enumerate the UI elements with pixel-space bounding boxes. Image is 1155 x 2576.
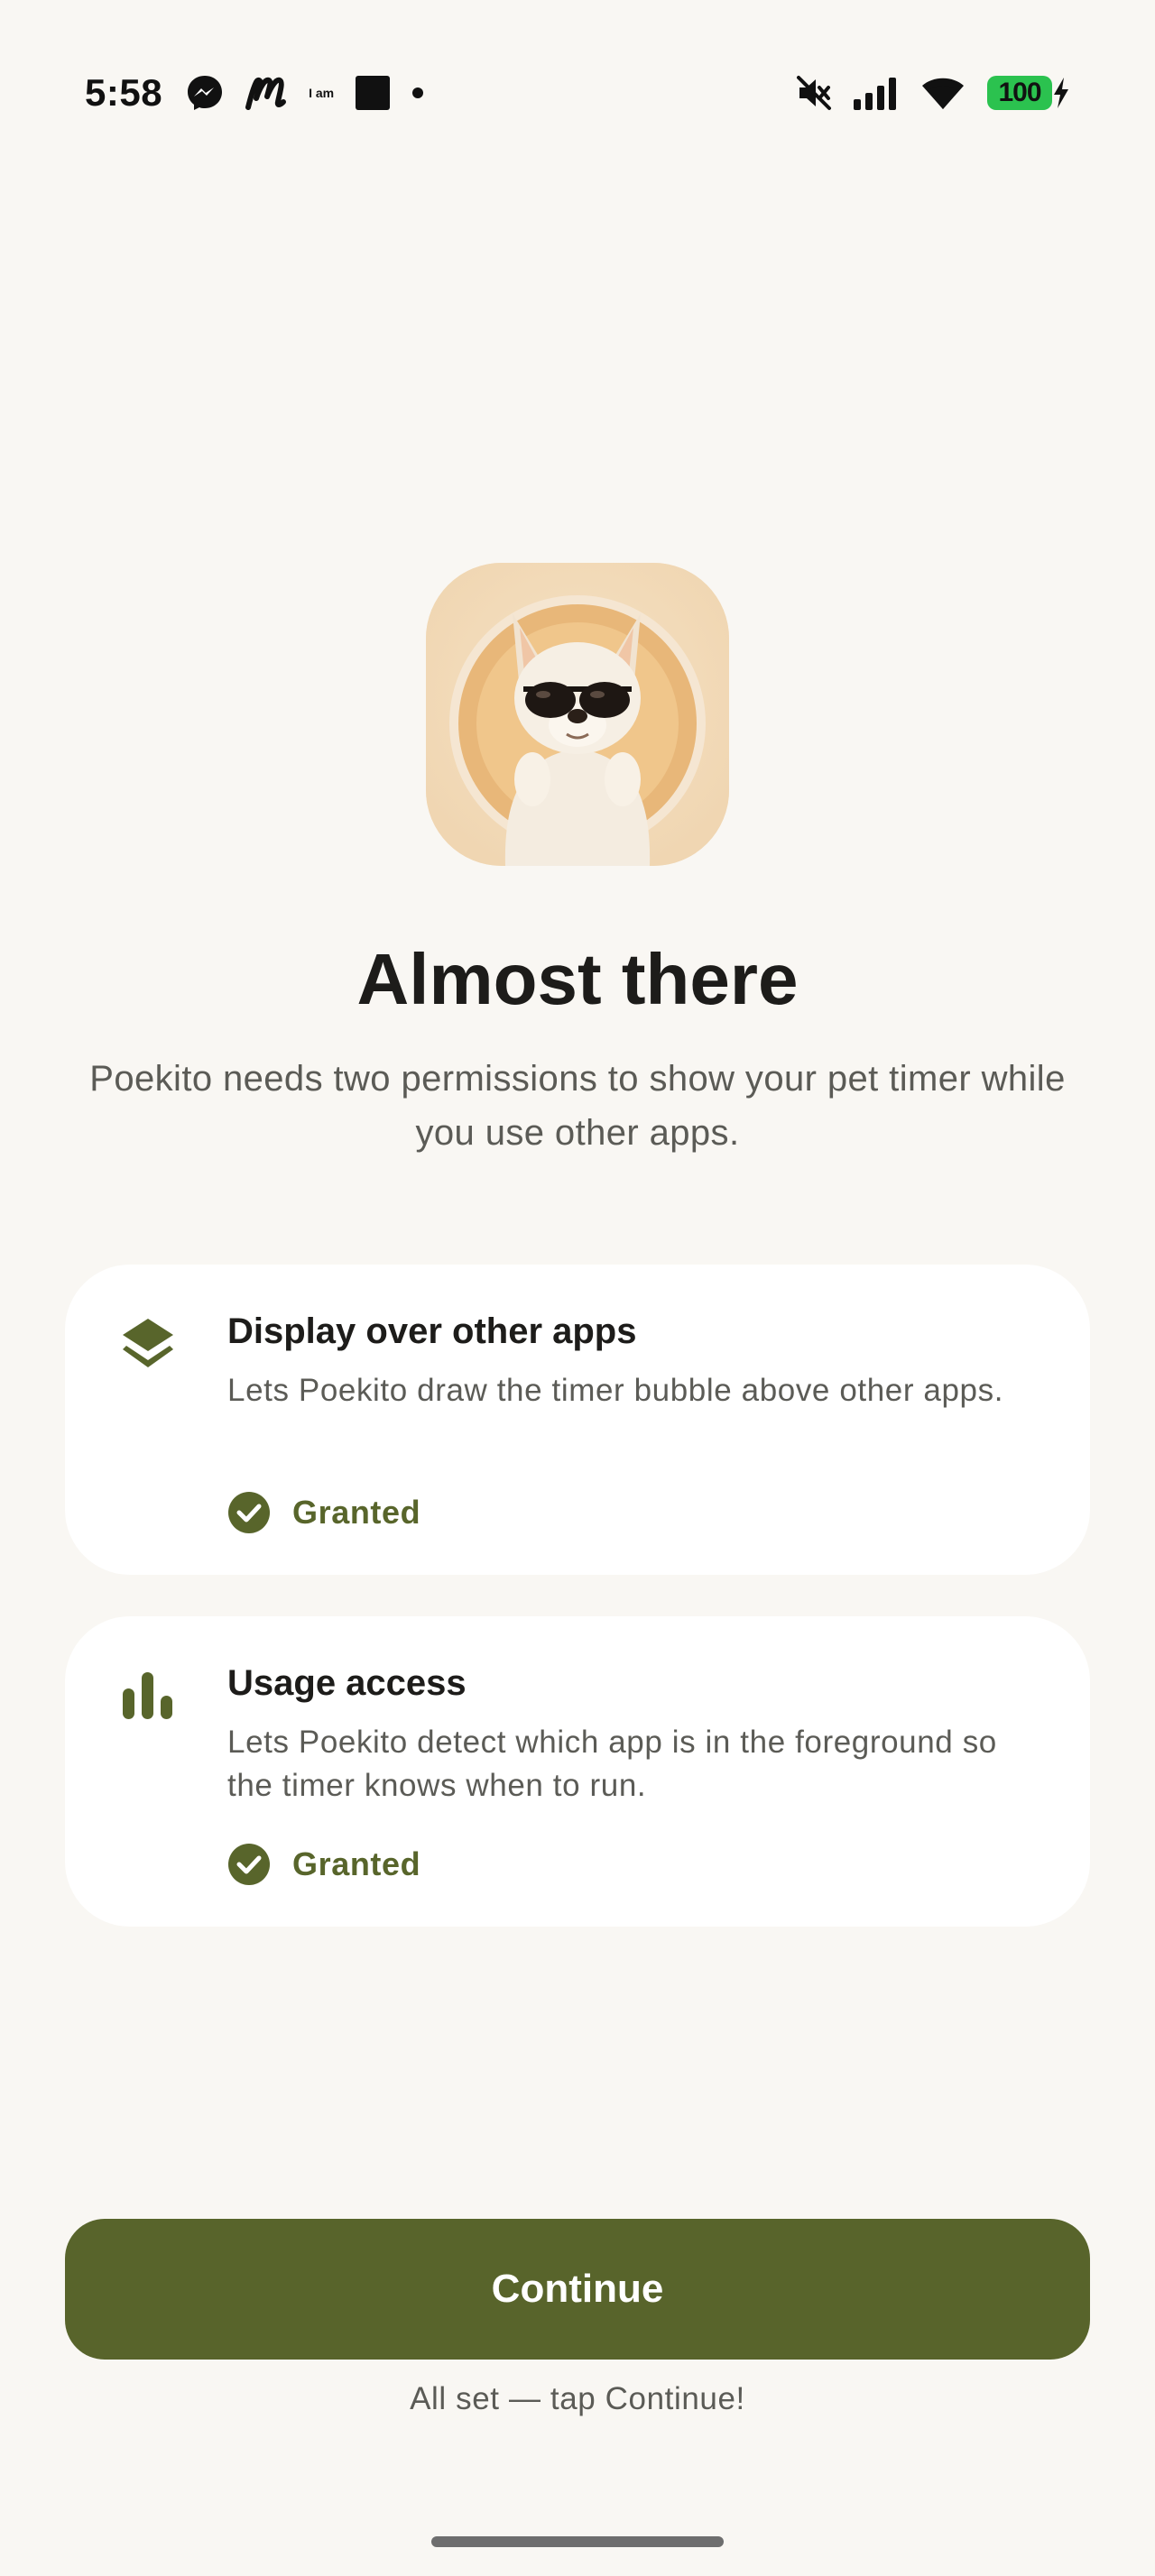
layers-icon [116,1311,180,1376]
permissions-screen: 5:58 I am 100 Almost there Poekito needs… [0,0,1155,2576]
permission-description: Lets Poekito draw the timer bubble above… [227,1373,1004,1408]
bar-chart-icon [116,1663,180,1728]
continue-hint: All set — tap Continue! [410,2381,745,2416]
page-subtitle: Poekito needs two permissions to show yo… [89,1059,1066,1153]
m-logo-icon [245,75,287,111]
permission-title: Display over other apps [227,1311,637,1351]
square-icon [356,76,391,110]
status-bar-right: 100 [776,75,1070,111]
i-am-icon: I am [309,86,335,100]
permission-card-usage-access: Usage access Lets Poekito detect which a… [65,1616,1090,1927]
status-bar-left: 5:58 I am [85,71,446,115]
permission-status-label: Granted [292,1494,421,1531]
permission-status: Granted [227,1842,420,1887]
dot-icon [411,87,424,99]
permission-card-display-over-apps: Display over other apps Lets Poekito dra… [65,1265,1090,1575]
battery-indicator: 100 [987,76,1070,110]
charging-icon [1054,78,1068,108]
permission-status-label: Granted [292,1845,421,1882]
check-circle-icon [228,1844,270,1885]
status-time: 5:58 [85,71,163,114]
battery-level: 100 [987,76,1052,110]
wifi-icon [920,75,966,111]
messenger-icon [186,74,224,112]
mute-icon [796,75,832,111]
signal-icon [852,76,901,110]
permission-status: Granted [227,1490,420,1535]
permission-description: Lets Poekito detect which app is in the … [227,1725,997,1803]
home-indicator[interactable] [431,2536,724,2547]
continue-button[interactable]: Continue [65,2219,1090,2360]
status-bar: 5:58 I am 100 [85,61,1070,124]
check-circle-icon [228,1492,270,1533]
chihuahua-sunglasses-icon [426,563,729,866]
permission-title: Usage access [227,1663,467,1703]
page-title: Almost there [356,939,799,1019]
